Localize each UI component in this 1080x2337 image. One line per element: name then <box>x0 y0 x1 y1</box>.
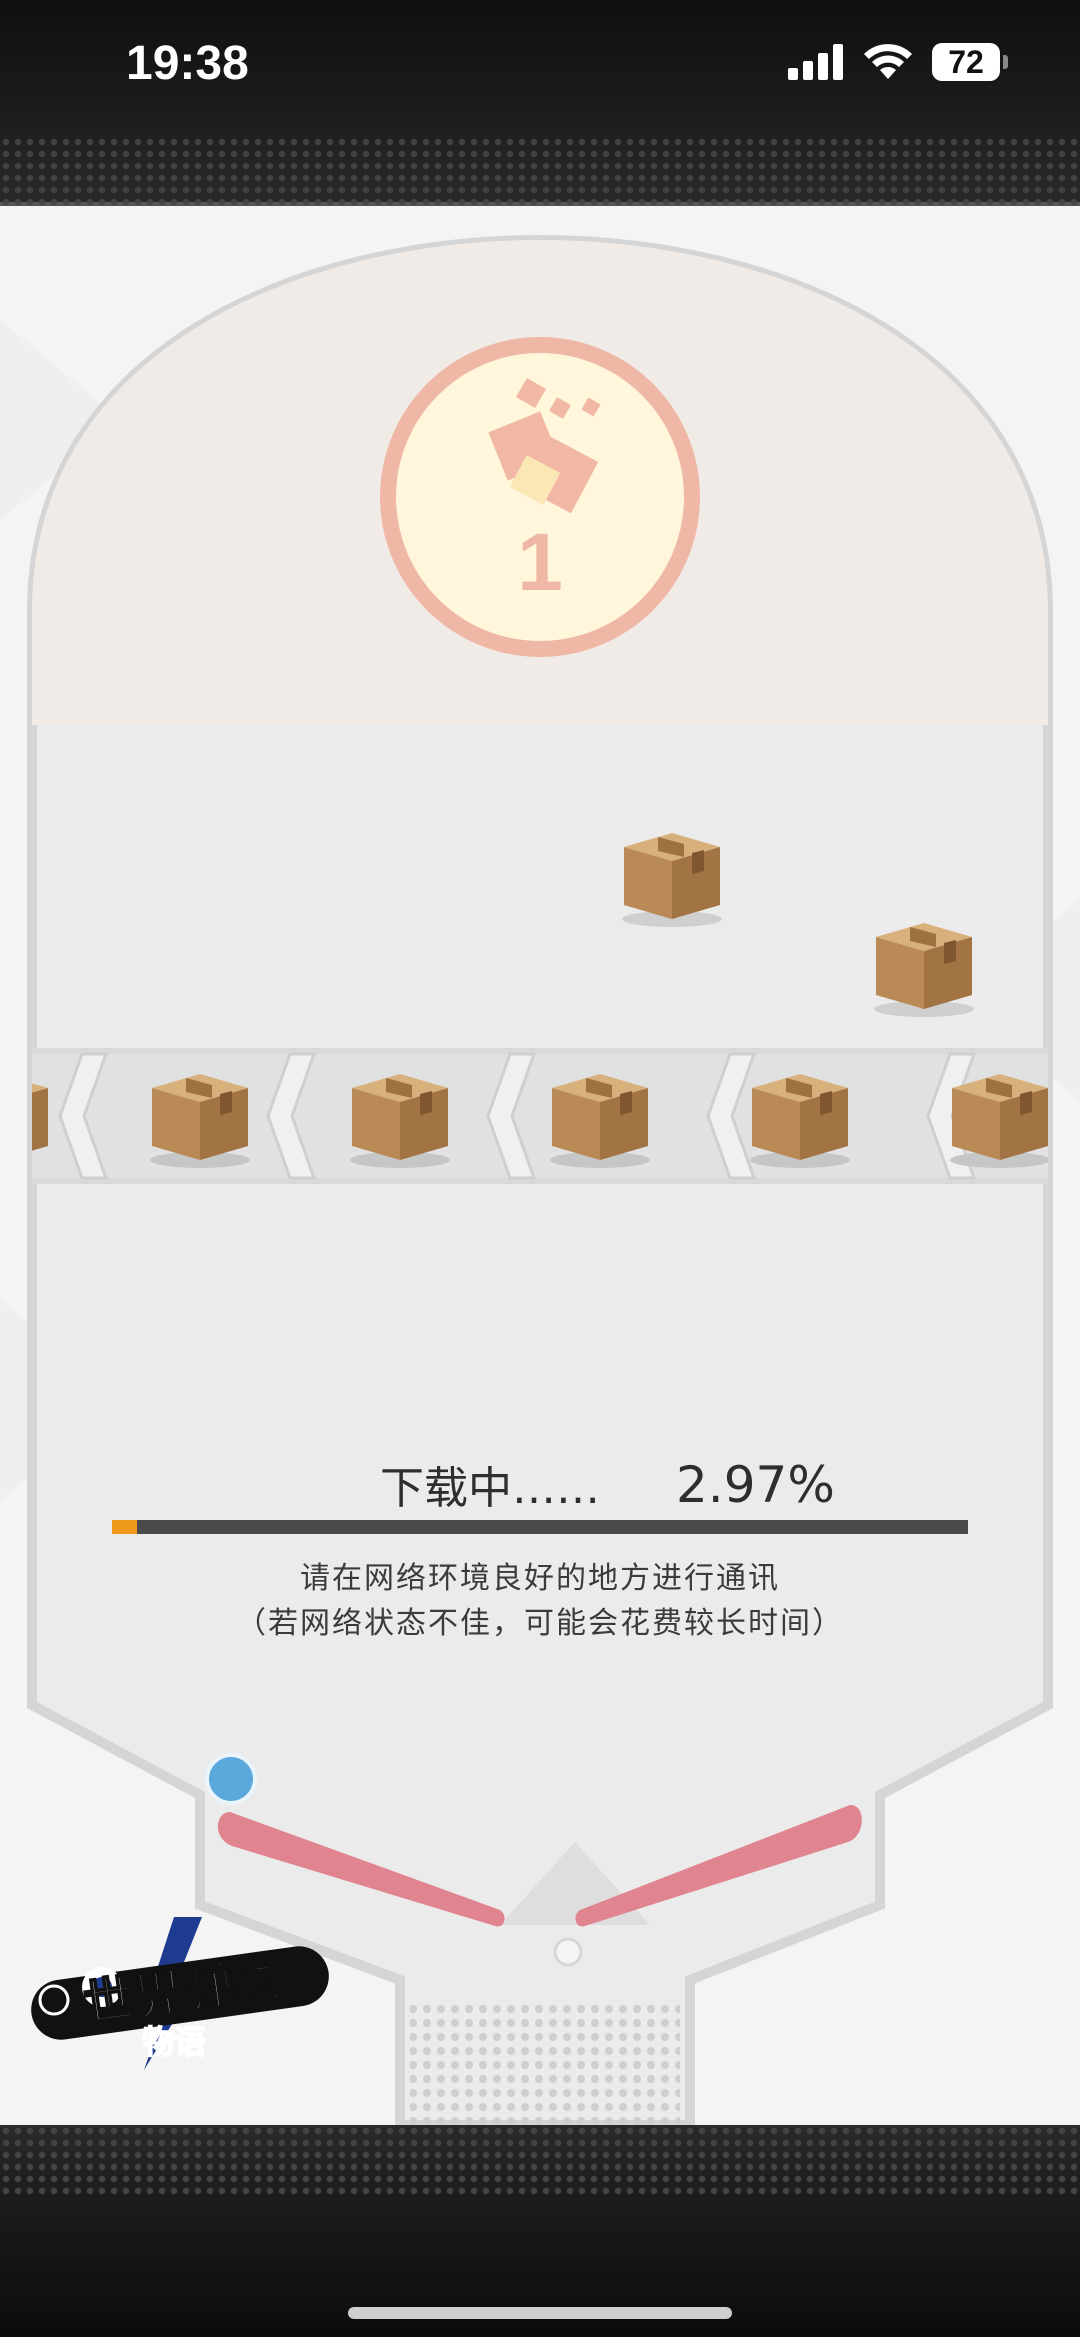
network-notice-line1: 请在网络环境良好的地方进行通讯 <box>300 1561 780 1596</box>
top-frame: 19:38 72 <box>0 0 1080 206</box>
battery-icon: 72 <box>932 43 1008 81</box>
stage-badge: 1 <box>380 337 700 657</box>
bottom-frame <box>0 2125 1080 2337</box>
home-indicator[interactable] <box>348 2307 732 2319</box>
pinball-ball <box>205 1753 257 1805</box>
download-status: 下载中…… 2.97% <box>0 1452 1080 1522</box>
status-time: 19:38 <box>126 37 249 90</box>
status-icons: 72 <box>788 42 1008 82</box>
download-progress-fill <box>112 1520 138 1534</box>
drain-knob <box>553 1937 583 1967</box>
download-progress-bar <box>112 1520 968 1534</box>
network-notice-line2: （若网络状态不佳，可能会花费较长时间） <box>236 1606 844 1641</box>
game-logo: 世界弹射 物语 <box>31 1917 329 2070</box>
pinball-board: 1 <box>0 234 1080 2126</box>
wifi-icon <box>864 44 912 79</box>
signal-icon <box>788 44 843 80</box>
stage-number: 1 <box>517 517 563 608</box>
crate <box>32 1074 48 1160</box>
download-label: 下载中…… <box>380 1463 600 1514</box>
download-percent: 2.97% <box>676 1456 835 1514</box>
drain-grate <box>410 2000 680 2125</box>
logo-subtitle: 物语 <box>142 2023 206 2061</box>
